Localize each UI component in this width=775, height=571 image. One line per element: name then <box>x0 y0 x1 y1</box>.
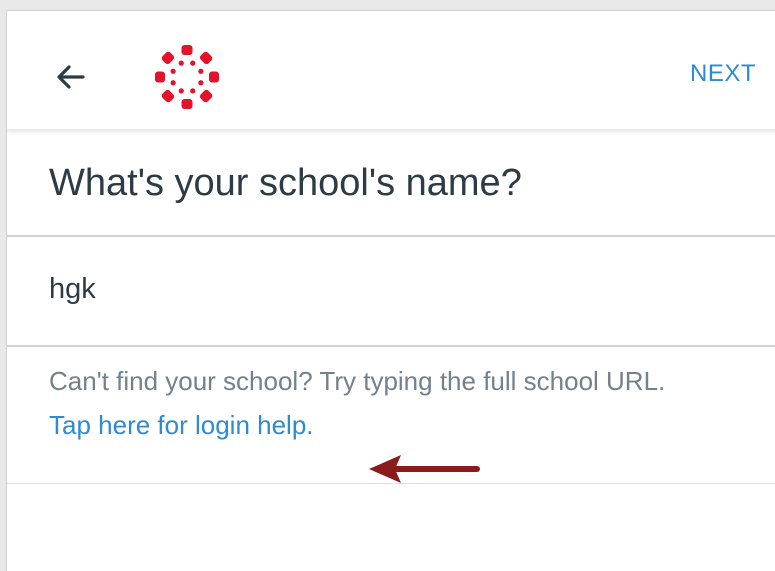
school-input-row <box>7 237 775 347</box>
title-section: What's your school's name? <box>7 130 775 237</box>
help-section: Can't find your school? Try typing the f… <box>49 365 749 441</box>
arrow-left-icon <box>57 65 85 89</box>
school-name-input[interactable] <box>49 273 729 306</box>
annotation-arrow-icon <box>369 455 480 483</box>
canvas-logo-icon <box>154 44 220 110</box>
page-title: What's your school's name? <box>49 162 522 204</box>
top-toolbar: NEXT <box>7 11 775 129</box>
next-button[interactable]: NEXT <box>690 60 756 88</box>
helper-text: Can't find your school? Try typing the f… <box>49 366 666 396</box>
login-help-link[interactable]: Tap here for login help. <box>49 409 314 441</box>
back-button[interactable] <box>49 55 93 99</box>
app-screen: NEXT What's your school's name? Can't fi… <box>6 10 775 571</box>
